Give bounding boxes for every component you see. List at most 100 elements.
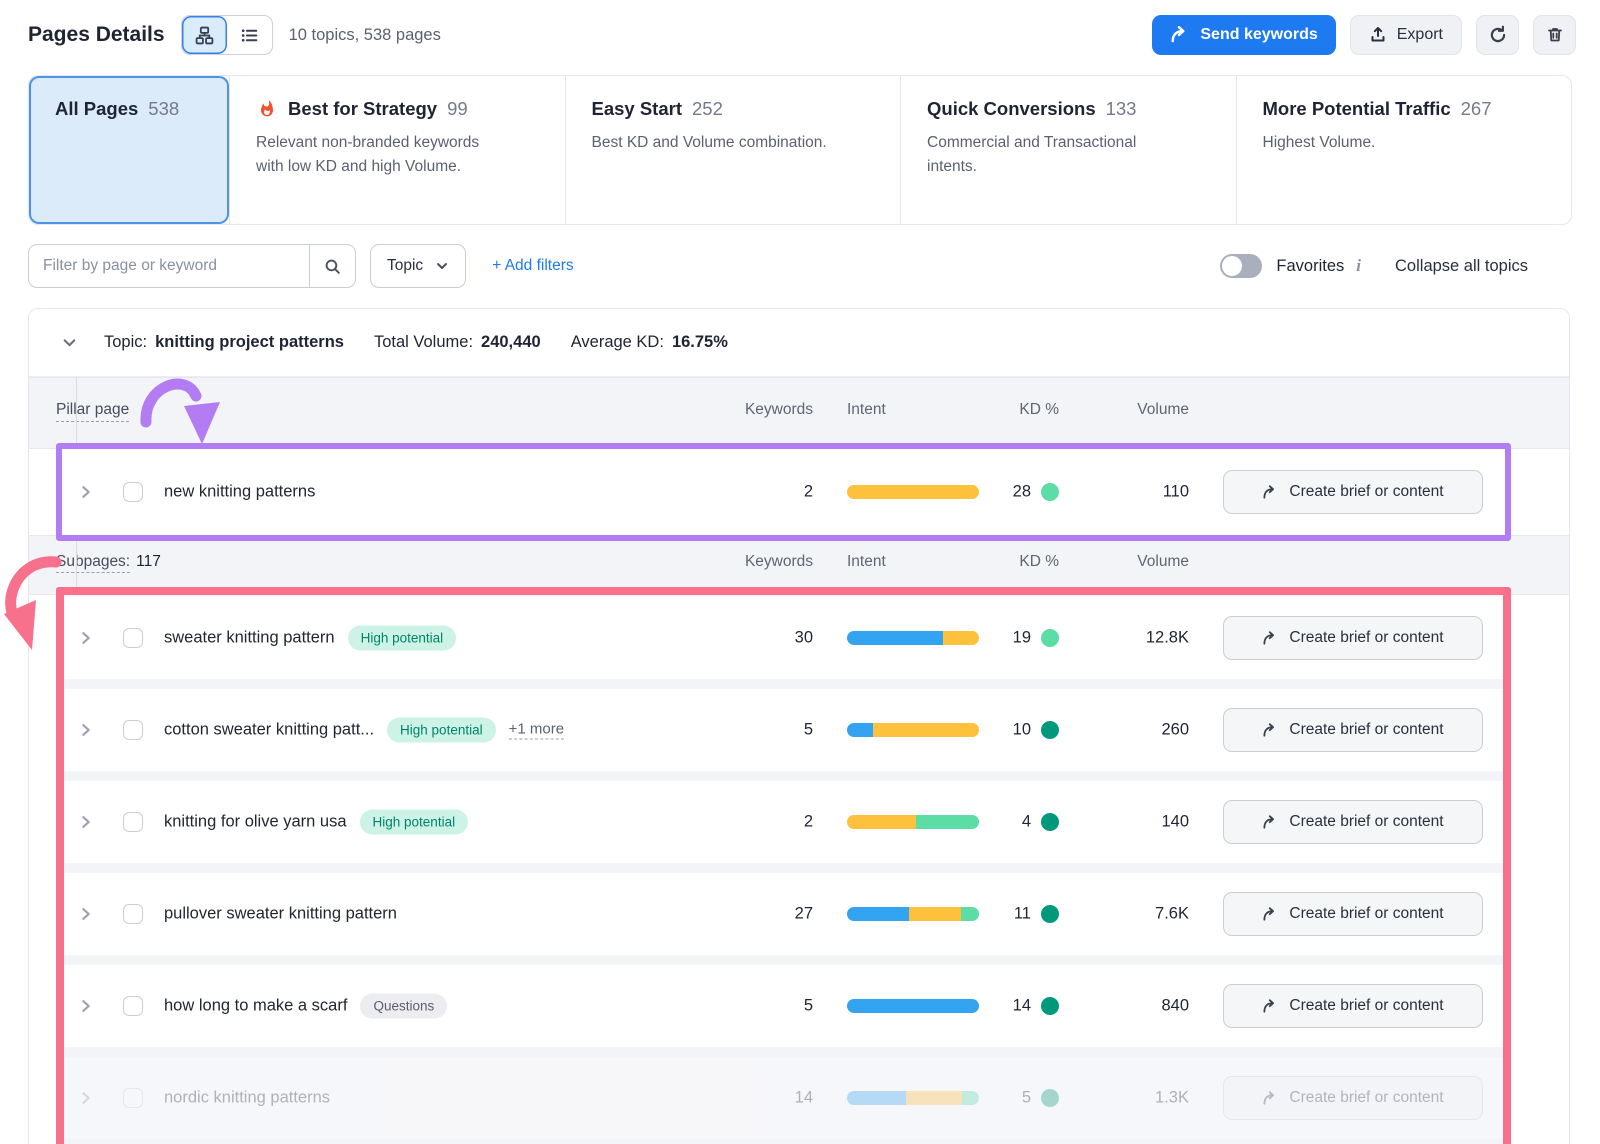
tab-more-potential-traffic[interactable]: More Potential Traffic267Highest Volume.: [1236, 76, 1572, 224]
tab-count: 538: [148, 98, 179, 120]
create-brief-button[interactable]: Create brief or content: [1223, 470, 1483, 514]
export-button[interactable]: Export: [1350, 15, 1462, 55]
chevron-right-icon[interactable]: [78, 1091, 93, 1106]
row-name-group: how long to make a scarfQuestions: [164, 994, 447, 1019]
send-keywords-button[interactable]: Send keywords: [1152, 15, 1335, 55]
intent-segment-blue: [847, 723, 873, 737]
keywords-count: 27: [733, 905, 813, 924]
tab-best-for-strategy[interactable]: Best for Strategy99Relevant non-branded …: [229, 76, 565, 224]
create-brief-label: Create brief or content: [1289, 721, 1443, 739]
chevron-right-icon[interactable]: [78, 723, 93, 738]
more-badges-link[interactable]: +1 more: [509, 721, 564, 740]
favorites-group: Favorites i Collapse all topics: [1220, 254, 1528, 278]
row-name-group: knitting for olive yarn usaHigh potentia…: [164, 810, 468, 835]
row-checkbox[interactable]: [123, 628, 143, 648]
info-icon[interactable]: i: [1356, 256, 1361, 276]
topic-filter-dropdown[interactable]: Topic: [370, 244, 466, 288]
kd-value: 11: [959, 905, 1031, 924]
kd-dot: [1041, 813, 1059, 831]
keywords-count: 14: [733, 1089, 813, 1108]
create-brief-label: Create brief or content: [1289, 629, 1443, 647]
brief-arrow-icon: [1262, 814, 1279, 831]
tab-label: Best for Strategy: [288, 98, 437, 120]
average-kd-value: 16.75%: [672, 333, 728, 352]
badge-high-potential: High potential: [348, 626, 457, 651]
create-brief-button[interactable]: Create brief or content: [1223, 708, 1483, 752]
pillar-header-band: Pillar page KeywordsIntentKD %Volume: [29, 377, 1569, 449]
kd-value: 5: [959, 1089, 1031, 1108]
kd-dot: [1041, 721, 1059, 739]
row-checkbox[interactable]: [123, 904, 143, 924]
volume-value: 260: [1069, 721, 1189, 740]
tab-count: 252: [692, 98, 723, 120]
column-header-kd: KD %: [969, 401, 1059, 419]
create-brief-button[interactable]: Create brief or content: [1223, 892, 1483, 936]
row-checkbox[interactable]: [123, 482, 143, 502]
favorites-label: Favorites: [1276, 257, 1344, 276]
create-brief-label: Create brief or content: [1289, 997, 1443, 1015]
chevron-right-icon[interactable]: [78, 907, 93, 922]
tab-description: Relevant non-branded keywords with low K…: [256, 131, 511, 179]
refresh-button[interactable]: [1476, 15, 1519, 55]
delete-button[interactable]: [1533, 15, 1576, 55]
collapse-topic-chevron-icon[interactable]: [61, 334, 78, 351]
add-filters-link[interactable]: + Add filters: [492, 257, 573, 275]
create-brief-label: Create brief or content: [1289, 483, 1443, 501]
tab-title-row: Quick Conversions133: [927, 98, 1210, 120]
row-checkbox[interactable]: [123, 812, 143, 832]
tree-view-button[interactable]: [182, 16, 227, 54]
row-name-group: nordic knitting patterns: [164, 1089, 330, 1108]
volume-value: 140: [1069, 813, 1189, 832]
chevron-right-icon[interactable]: [78, 999, 93, 1014]
tab-all-pages[interactable]: All Pages538: [29, 76, 229, 224]
fire-icon: [256, 98, 278, 120]
brief-arrow-icon: [1262, 722, 1279, 739]
collapse-all-topics-link[interactable]: Collapse all topics: [1395, 257, 1528, 276]
chevron-right-icon[interactable]: [78, 815, 93, 830]
topic-label: Topic:: [104, 333, 147, 352]
row-checkbox[interactable]: [123, 1088, 143, 1108]
pillar-page-label[interactable]: Pillar page: [56, 401, 129, 422]
volume-value: 840: [1069, 997, 1189, 1016]
row-name-group: new knitting patterns: [164, 483, 315, 502]
volume-value: 7.6K: [1069, 905, 1189, 924]
search-button[interactable]: [309, 245, 355, 287]
tab-easy-start[interactable]: Easy Start252Best KD and Volume combinat…: [565, 76, 901, 224]
tab-label: More Potential Traffic: [1263, 98, 1451, 120]
row-checkbox[interactable]: [123, 996, 143, 1016]
topic-name: knitting project patterns: [155, 333, 344, 352]
subpages-label: Subpages:: [56, 553, 130, 573]
kd-value: 10: [959, 721, 1031, 740]
chevron-right-icon[interactable]: [78, 485, 93, 500]
average-kd-label: Average KD:: [571, 333, 664, 352]
list-view-button[interactable]: [227, 16, 272, 54]
view-toggle: [181, 15, 273, 55]
chevron-right-icon[interactable]: [78, 631, 93, 646]
favorites-toggle[interactable]: [1220, 254, 1262, 278]
volume-value: 12.8K: [1069, 629, 1189, 648]
column-header-kw: Keywords: [713, 553, 813, 571]
total-volume-value: 240,440: [481, 333, 541, 352]
subpages-count: 117: [136, 553, 161, 570]
create-brief-button[interactable]: Create brief or content: [1223, 616, 1483, 660]
page-name: sweater knitting pattern: [164, 629, 335, 648]
create-brief-button[interactable]: Create brief or content: [1223, 800, 1483, 844]
send-keywords-label: Send keywords: [1200, 26, 1317, 44]
create-brief-button[interactable]: Create brief or content: [1223, 984, 1483, 1028]
intent-segment-yellow: [909, 907, 960, 921]
subpages-label-group[interactable]: Subpages: 117: [56, 553, 161, 571]
column-header-vol: Volume: [1089, 553, 1189, 571]
search-input[interactable]: [29, 245, 309, 287]
create-brief-button[interactable]: Create brief or content: [1223, 1076, 1483, 1120]
column-header-vol: Volume: [1089, 401, 1189, 419]
tab-description: Commercial and Transactional intents.: [927, 131, 1182, 179]
subpages-header-band: Subpages:117 KeywordsIntentKD %Volume: [29, 535, 1569, 595]
row-checkbox[interactable]: [123, 720, 143, 740]
row-name-group: cotton sweater knitting patt...High pote…: [164, 718, 564, 743]
kd-value: 19: [959, 629, 1031, 648]
intent-segment-blue: [847, 907, 909, 921]
tab-quick-conversions[interactable]: Quick Conversions133 Commercial and Trans…: [900, 76, 1236, 224]
create-brief-label: Create brief or content: [1289, 1089, 1443, 1107]
tab-label: Quick Conversions: [927, 98, 1096, 120]
page-name: nordic knitting patterns: [164, 1089, 330, 1108]
